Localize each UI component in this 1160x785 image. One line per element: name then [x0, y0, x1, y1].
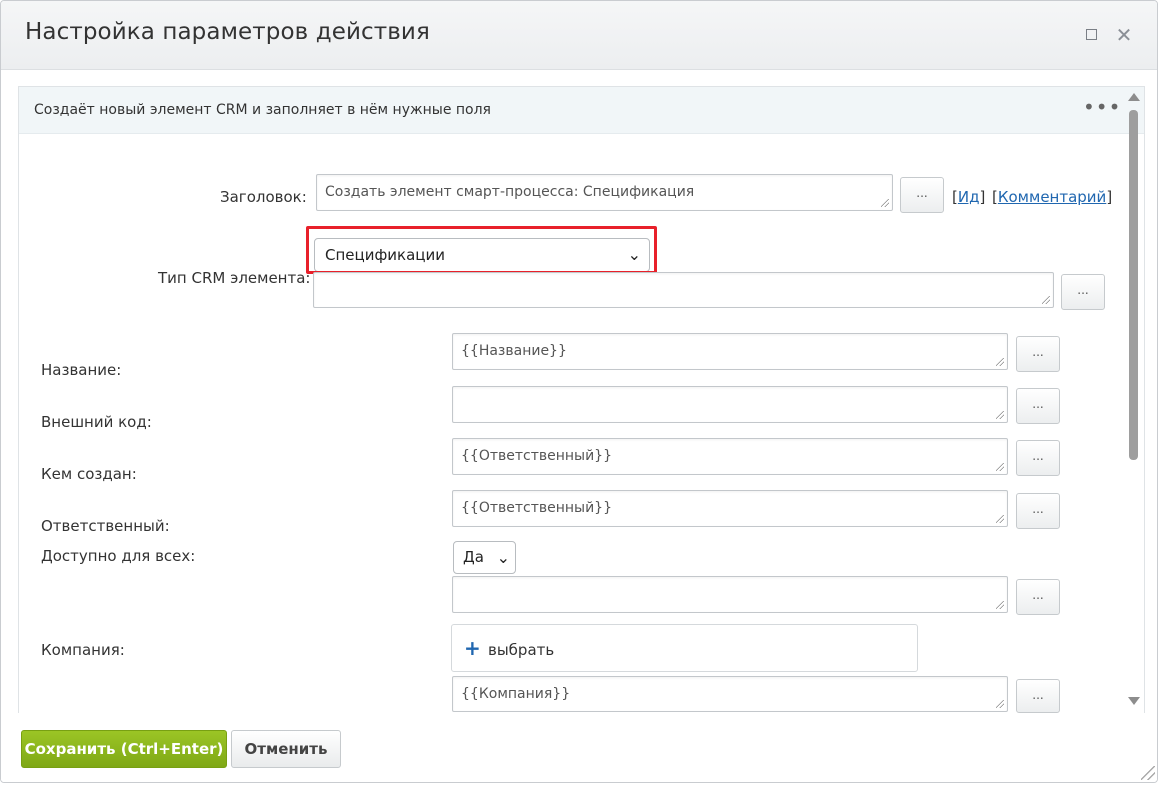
- company-label: Компания:: [41, 641, 125, 659]
- resize-grip-icon[interactable]: [996, 700, 1004, 708]
- available-selected: Да: [463, 548, 484, 566]
- scroll-down-arrow-icon[interactable]: [1128, 697, 1140, 705]
- bracket-close: ]: [979, 188, 986, 206]
- dialog-title: Настройка параметров действия: [25, 19, 430, 45]
- created-by-value: {{Ответственный}}: [461, 448, 612, 464]
- dialog-resize-grip-icon[interactable]: [1141, 766, 1155, 780]
- name-insert-button[interactable]: ...: [1016, 336, 1060, 372]
- title-label: Заголовок:: [220, 188, 307, 206]
- action-settings-dialog: Настройка параметров действия ✕ Создаёт …: [0, 0, 1158, 783]
- crm-type-expression-input[interactable]: [313, 272, 1054, 308]
- scroll-thumb[interactable]: [1129, 110, 1138, 460]
- comment-link-wrapper: [Комментарий]: [992, 188, 1112, 206]
- panel-description: Создаёт новый элемент CRM и заполняет в …: [34, 102, 491, 118]
- vertical-scrollbar[interactable]: [1124, 86, 1142, 713]
- created-by-label: Кем создан:: [41, 465, 137, 483]
- company-selector[interactable]: + выбрать: [451, 624, 918, 672]
- company-choose-link[interactable]: выбрать: [488, 641, 554, 659]
- resize-grip-icon[interactable]: [1042, 296, 1050, 304]
- id-link[interactable]: Ид: [958, 188, 980, 206]
- resize-grip-icon[interactable]: [996, 463, 1004, 471]
- chevron-down-icon: ⌄: [496, 548, 510, 567]
- resize-grip-icon[interactable]: [996, 358, 1004, 366]
- close-icon[interactable]: ✕: [1112, 23, 1136, 47]
- plus-icon[interactable]: +: [464, 636, 481, 660]
- responsible-input[interactable]: {{Ответственный}}: [452, 490, 1008, 527]
- dialog-titlebar: Настройка параметров действия ✕: [1, 1, 1157, 70]
- cancel-button[interactable]: Отменить: [231, 730, 341, 768]
- more-menu-icon[interactable]: •••: [1083, 95, 1121, 119]
- company-insert-button[interactable]: ...: [1016, 679, 1060, 713]
- title-input[interactable]: Создать элемент смарт-процесса: Специфик…: [316, 174, 893, 211]
- created-by-insert-button[interactable]: ...: [1016, 440, 1060, 476]
- responsible-insert-button[interactable]: ...: [1016, 493, 1060, 529]
- available-expression-input[interactable]: [452, 576, 1008, 613]
- available-label: Доступно для всех:: [41, 547, 196, 565]
- crm-type-insert-button[interactable]: ...: [1061, 274, 1105, 310]
- panel-header: Создаёт новый элемент CRM и заполняет в …: [19, 87, 1144, 134]
- bracket-close: ]: [1106, 188, 1113, 206]
- maximize-icon[interactable]: [1079, 23, 1103, 47]
- external-code-label: Внешний код:: [41, 413, 152, 431]
- comment-link[interactable]: Комментарий: [998, 188, 1106, 206]
- external-code-input[interactable]: [452, 386, 1008, 423]
- resize-grip-icon[interactable]: [881, 199, 889, 207]
- resize-grip-icon[interactable]: [996, 411, 1004, 419]
- company-input[interactable]: {{Компания}}: [452, 676, 1008, 712]
- responsible-label: Ответственный:: [41, 517, 170, 535]
- title-input-value: Создать элемент смарт-процесса: Специфик…: [325, 184, 695, 200]
- crm-type-label: Тип CRM элемента:: [158, 269, 311, 287]
- external-code-insert-button[interactable]: ...: [1016, 388, 1060, 424]
- responsible-value: {{Ответственный}}: [461, 500, 612, 516]
- name-input[interactable]: {{Название}}: [452, 333, 1008, 370]
- save-button[interactable]: Сохранить (Ctrl+Enter): [21, 730, 227, 768]
- scroll-up-arrow-icon[interactable]: [1128, 93, 1140, 101]
- name-input-value: {{Название}}: [461, 343, 567, 359]
- title-insert-button[interactable]: ...: [900, 177, 944, 213]
- resize-grip-icon[interactable]: [996, 515, 1004, 523]
- name-label: Название:: [41, 361, 122, 379]
- available-insert-button[interactable]: ...: [1016, 579, 1060, 615]
- created-by-input[interactable]: {{Ответственный}}: [452, 438, 1008, 475]
- available-select[interactable]: Да ⌄: [453, 541, 516, 574]
- company-value: {{Компания}}: [461, 686, 571, 702]
- id-link-wrapper: [Ид]: [952, 188, 985, 206]
- highlight-frame: [306, 226, 657, 274]
- resize-grip-icon[interactable]: [996, 601, 1004, 609]
